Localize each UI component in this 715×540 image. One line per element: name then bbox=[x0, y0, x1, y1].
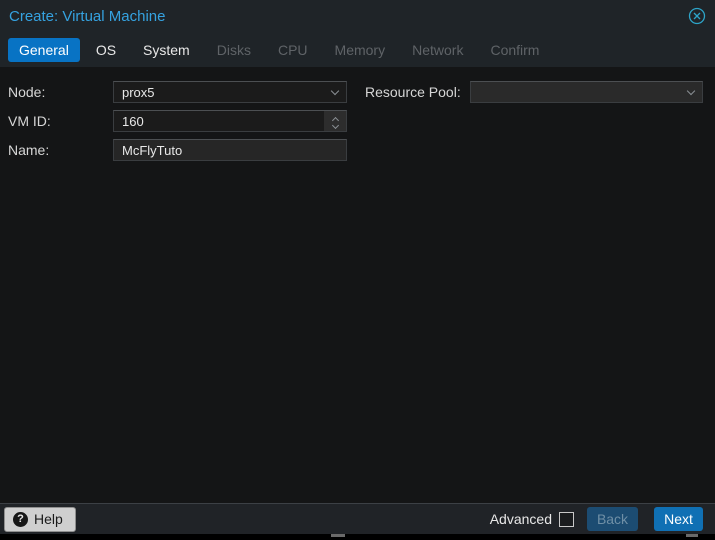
dialog-titlebar: Create: Virtual Machine bbox=[0, 0, 715, 33]
vmid-field[interactable]: 160 bbox=[113, 110, 347, 132]
page-behind-dialog bbox=[0, 534, 715, 540]
help-button-label: Help bbox=[34, 511, 63, 527]
tab-disks: Disks bbox=[206, 38, 262, 62]
question-circle-icon: ? bbox=[13, 512, 28, 527]
wizard-tab-bar: General OS System Disks CPU Memory Netwo… bbox=[0, 33, 715, 67]
node-combobox[interactable]: prox5 bbox=[113, 81, 347, 103]
node-dropdown-trigger[interactable] bbox=[324, 82, 346, 102]
spinner-down-icon bbox=[331, 121, 338, 128]
close-icon[interactable] bbox=[688, 7, 706, 25]
vmid-label: VM ID: bbox=[8, 110, 51, 132]
advanced-checkbox[interactable] bbox=[559, 512, 574, 527]
name-value: McFlyTuto bbox=[114, 143, 346, 158]
screen: Create: Virtual Machine General OS Syste… bbox=[0, 0, 715, 540]
next-button[interactable]: Next bbox=[654, 507, 703, 531]
tab-general[interactable]: General bbox=[8, 38, 80, 62]
resource-pool-combobox[interactable] bbox=[470, 81, 703, 103]
tab-cpu: CPU bbox=[267, 38, 319, 62]
node-value: prox5 bbox=[114, 85, 324, 100]
tab-system[interactable]: System bbox=[132, 38, 201, 62]
create-vm-dialog: Create: Virtual Machine General OS Syste… bbox=[0, 0, 715, 534]
dialog-footer: ? Help Advanced Back Next bbox=[0, 503, 715, 534]
background-artifact bbox=[331, 534, 345, 537]
background-artifact bbox=[686, 534, 698, 537]
vmid-value: 160 bbox=[114, 114, 324, 129]
chevron-down-icon bbox=[331, 86, 339, 94]
back-button: Back bbox=[587, 507, 638, 531]
resource-pool-dropdown-trigger[interactable] bbox=[680, 82, 702, 102]
name-label: Name: bbox=[8, 139, 49, 161]
resource-pool-label: Resource Pool: bbox=[365, 81, 461, 103]
footer-actions: Advanced Back Next bbox=[490, 507, 703, 531]
vmid-spinner[interactable] bbox=[324, 111, 346, 131]
node-label: Node: bbox=[8, 81, 45, 103]
tab-memory: Memory bbox=[324, 38, 397, 62]
general-tab-panel: Node: prox5 VM ID: 160 Name: McFlyTuto R… bbox=[0, 67, 715, 503]
help-button[interactable]: ? Help bbox=[4, 507, 76, 532]
tab-confirm: Confirm bbox=[479, 38, 550, 62]
dialog-title: Create: Virtual Machine bbox=[0, 8, 165, 25]
chevron-down-icon bbox=[687, 86, 695, 94]
advanced-label[interactable]: Advanced bbox=[490, 511, 552, 527]
tab-os[interactable]: OS bbox=[85, 38, 127, 62]
tab-network: Network bbox=[401, 38, 474, 62]
name-field[interactable]: McFlyTuto bbox=[113, 139, 347, 161]
